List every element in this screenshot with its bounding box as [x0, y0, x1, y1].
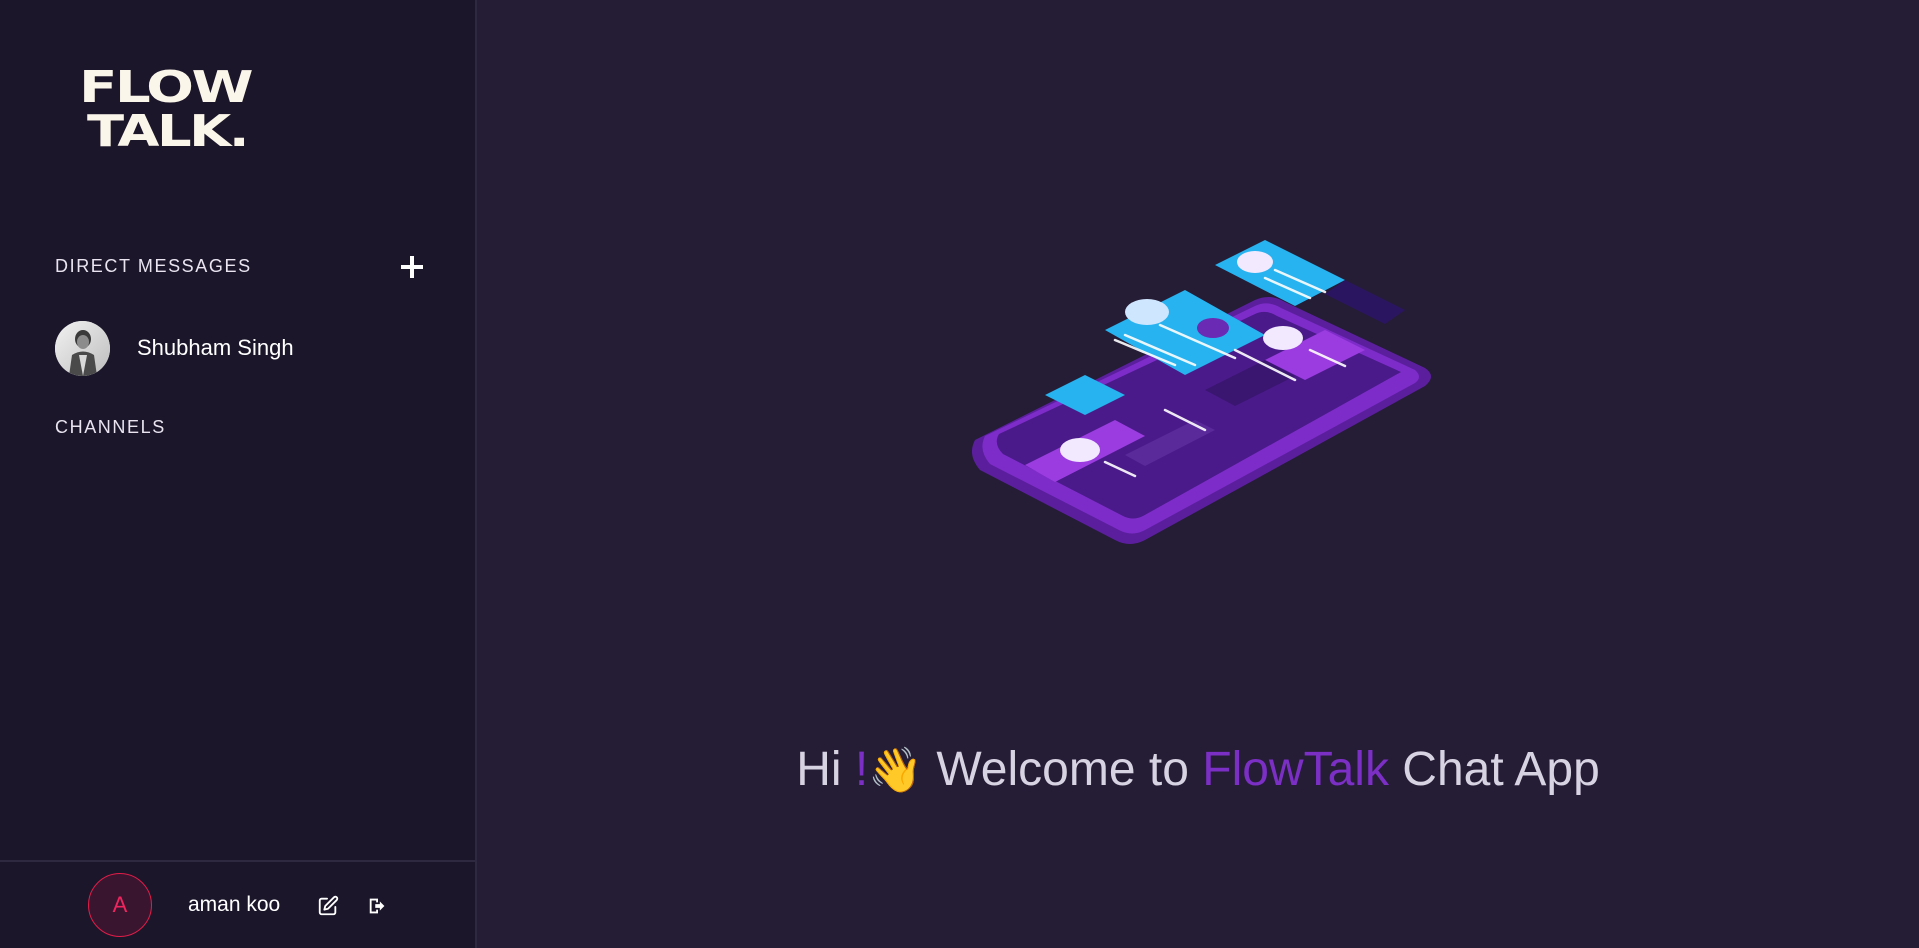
current-user-name: aman koo [188, 893, 281, 916]
user-photo-icon [55, 320, 110, 376]
dm-item-shubham-singh[interactable]: Shubham Singh [55, 320, 435, 376]
user-footer: A aman koo [0, 860, 475, 948]
user-avatar[interactable]: A [88, 873, 152, 937]
edit-icon[interactable] [317, 895, 339, 917]
chat-phone-illustration [971, 240, 1431, 544]
welcome-hi: Hi [796, 743, 842, 796]
plus-icon[interactable] [398, 253, 426, 281]
sidebar: FLOW TALK. DIRECT MESSAGES Shubham Singh… [0, 0, 477, 948]
welcome-message: Hi !👋 Welcome to FlowTalk Chat App [477, 742, 1919, 797]
channels-title: CHANNELS [55, 417, 166, 437]
welcome-end: Chat App [1402, 743, 1600, 796]
dm-name: Shubham Singh [137, 335, 294, 360]
waving-hand-icon: 👋 [868, 746, 924, 795]
logo-text-line2: TALK. [87, 106, 247, 148]
flowtalk-logo: FLOW TALK. [79, 64, 253, 148]
avatar-initial: A [112, 892, 128, 917]
avatar [55, 320, 110, 376]
direct-messages-title: DIRECT MESSAGES [55, 256, 252, 276]
app-root: FLOW TALK. DIRECT MESSAGES Shubham Singh… [0, 0, 1919, 948]
main-panel: Hi !👋 Welcome to FlowTalk Chat App [477, 0, 1919, 948]
welcome-text: Welcome to [936, 743, 1189, 796]
logout-icon[interactable] [367, 895, 389, 917]
welcome-exclaim: ! [854, 743, 869, 796]
welcome-brand: FlowTalk [1202, 743, 1389, 796]
